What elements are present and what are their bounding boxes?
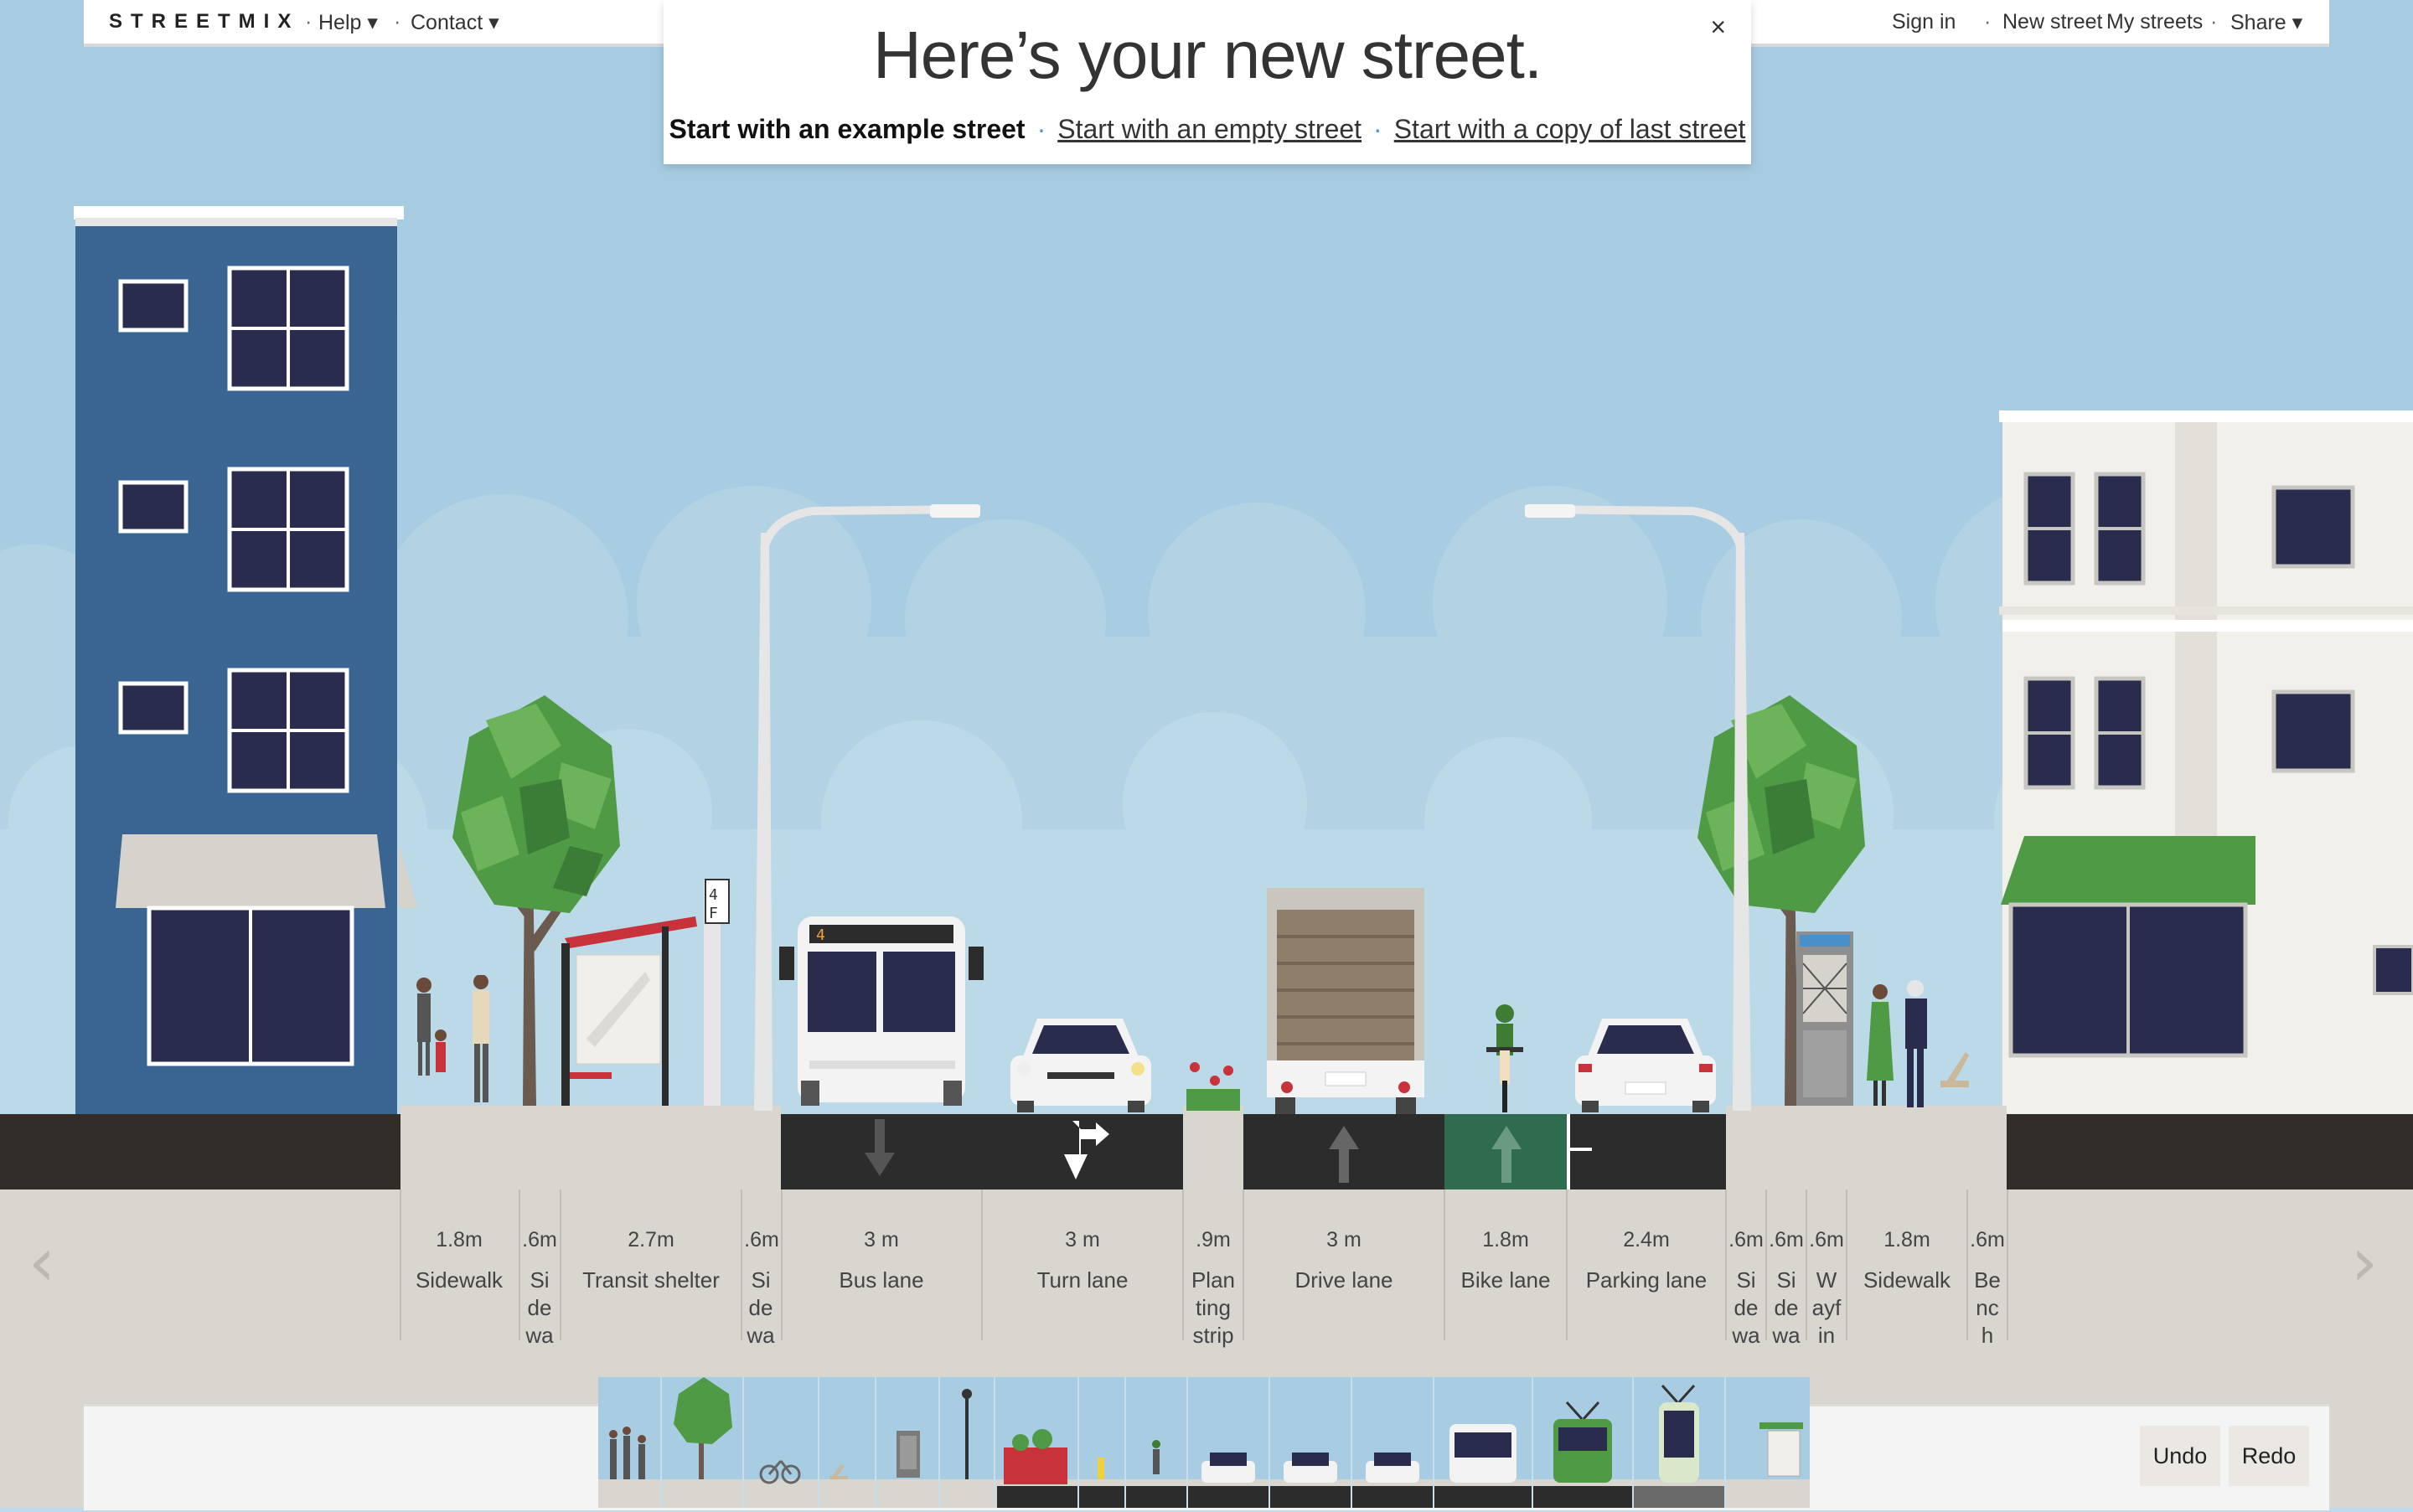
dialog-options: Start with an example street · Start with … xyxy=(664,114,1751,145)
svg-text:4: 4 xyxy=(709,886,718,904)
left-building xyxy=(74,206,417,1119)
right-building xyxy=(1999,410,2413,1117)
segment-label[interactable]: Sidewalk xyxy=(1847,1267,1966,1294)
transit-shelter: 4 F xyxy=(561,879,730,1106)
segment-label[interactable]: Si de wa xyxy=(746,1267,776,1349)
segment-label[interactable]: Turn lane xyxy=(983,1267,1182,1294)
palette-item-trash-can[interactable] xyxy=(876,1377,940,1508)
scroll-right-arrow[interactable]: › xyxy=(2351,1223,2378,1301)
segment-label[interactable]: Bike lane xyxy=(1445,1267,1566,1294)
segment-width: .6m xyxy=(1809,1228,1844,1251)
wayfinding-sign xyxy=(1796,931,1853,1106)
pedestrians-right xyxy=(1867,980,1969,1107)
left-sidewalk-surface xyxy=(400,1106,781,1189)
menu-separator: · xyxy=(394,10,401,34)
parked-car xyxy=(1575,1019,1716,1112)
right-sidewalk-surface xyxy=(1726,1106,2007,1189)
segment-width: .6m xyxy=(1970,1228,2005,1251)
redo-button[interactable]: Redo xyxy=(2229,1426,2309,1486)
segment-width: 2.7m xyxy=(628,1228,674,1251)
sign-in-link[interactable]: Sign in xyxy=(1892,10,1956,34)
empty-street-option[interactable]: Start with an empty street xyxy=(1057,114,1362,144)
segment-width: .6m xyxy=(744,1228,779,1251)
segment-label[interactable]: Drive lane xyxy=(1244,1267,1444,1294)
segment-width: .6m xyxy=(522,1228,557,1251)
pedestrians-left xyxy=(416,975,489,1102)
segment-label[interactable]: Parking lane xyxy=(1568,1267,1725,1294)
segment-width: .9m xyxy=(1196,1228,1231,1251)
straight-right-arrow-icon xyxy=(1064,1121,1109,1179)
segment-width: .6m xyxy=(1769,1228,1804,1251)
palette-item-tree[interactable] xyxy=(662,1377,744,1508)
option-separator: · xyxy=(1036,114,1046,144)
new-street-link[interactable]: New street xyxy=(2002,10,2102,34)
segment-width: 2.4m xyxy=(1623,1228,1670,1251)
palette-item-planter[interactable] xyxy=(995,1377,1079,1508)
bus-vehicle: 4 xyxy=(779,916,984,1106)
segment-label[interactable]: W ayf in xyxy=(1811,1267,1842,1349)
streetmix-logo[interactable]: STREETMIX xyxy=(109,10,299,34)
planting-flowers xyxy=(1186,1062,1240,1111)
example-street-option[interactable]: Start with an example street xyxy=(669,114,1026,144)
segment-width: 3 m xyxy=(1065,1228,1100,1251)
down-arrow-icon xyxy=(865,1119,895,1176)
menu-separator: · xyxy=(305,10,313,34)
palette-item-drive-lane[interactable] xyxy=(1270,1377,1352,1508)
my-streets-link[interactable]: My streets xyxy=(2106,10,2203,34)
palette-item-car[interactable] xyxy=(1188,1377,1270,1508)
segment-width: 3 m xyxy=(864,1228,899,1251)
share-menu[interactable]: Share ▾ xyxy=(2230,10,2302,35)
undo-button[interactable]: Undo xyxy=(2140,1426,2220,1486)
truck-vehicle xyxy=(1267,888,1424,1114)
copy-last-street-option[interactable]: Start with a copy of last street xyxy=(1394,114,1746,144)
segment-label[interactable]: Si de wa xyxy=(524,1267,555,1349)
segment-width: 1.8m xyxy=(1883,1228,1930,1251)
segment-label[interactable]: Si de wa xyxy=(1771,1267,1801,1349)
dialog-title: Here’s your new street. xyxy=(872,18,1542,92)
welcome-dialog: Here’s your new street. × Start with an … xyxy=(664,0,1751,164)
palette-item-people[interactable] xyxy=(598,1377,662,1508)
segment-label[interactable]: Plan ting strip xyxy=(1188,1267,1238,1349)
palette-item-lamp[interactable] xyxy=(940,1377,995,1508)
menu-separator: · xyxy=(2091,10,2099,34)
cyclist xyxy=(1486,1004,1523,1112)
segment-label[interactable]: Bus lane xyxy=(783,1267,980,1294)
planting-strip-surface xyxy=(1183,1106,1243,1189)
palette-item-light-rail[interactable] xyxy=(1634,1377,1726,1508)
up-arrow-icon xyxy=(1329,1126,1359,1183)
left-lot-curb xyxy=(0,1114,400,1189)
svg-text:F: F xyxy=(709,905,718,922)
bus-turn-lane-surface xyxy=(781,1114,1183,1189)
car-turn-lane xyxy=(1010,1019,1151,1112)
right-lot-curb xyxy=(2007,1114,2413,1189)
menu-separator: · xyxy=(1984,10,1992,34)
segment-label[interactable]: Transit shelter xyxy=(561,1267,741,1294)
parking-lane-surface xyxy=(1567,1114,1726,1189)
segment-width: 1.8m xyxy=(436,1228,483,1251)
scroll-left-arrow[interactable]: ‹ xyxy=(28,1223,55,1301)
palette-item-streetcar[interactable] xyxy=(1533,1377,1634,1508)
contact-menu[interactable]: Contact ▾ xyxy=(411,10,499,35)
bike-up-arrow-icon xyxy=(1491,1126,1522,1183)
bike-lane-divider xyxy=(1567,1114,1570,1189)
segment-label[interactable]: Be nc h xyxy=(1972,1267,2002,1349)
segment-label[interactable]: Sidewalk xyxy=(400,1267,518,1294)
parking-mark xyxy=(1570,1148,1592,1151)
segment-width: .6m xyxy=(1728,1228,1764,1251)
palette-item-bike-lane[interactable] xyxy=(1126,1377,1188,1508)
palette-item-hydrant[interactable] xyxy=(1079,1377,1126,1508)
palette-item-transit-shelter[interactable] xyxy=(1726,1377,1810,1508)
palette-item-bus[interactable] xyxy=(1434,1377,1533,1508)
help-menu[interactable]: Help ▾ xyxy=(318,10,378,35)
segment-width: 3 m xyxy=(1326,1228,1362,1251)
segment-width: 1.8m xyxy=(1482,1228,1529,1251)
segment-label[interactable]: Si de wa xyxy=(1731,1267,1761,1349)
bus-route-number: 4 xyxy=(816,926,825,944)
palette-item-turn-lane[interactable] xyxy=(1352,1377,1434,1508)
close-icon[interactable]: × xyxy=(1710,12,1726,43)
palette-item-bike-rack[interactable] xyxy=(744,1377,819,1508)
menu-separator: · xyxy=(2210,10,2218,34)
option-separator: · xyxy=(1373,114,1382,144)
palette-item-bench[interactable] xyxy=(819,1377,876,1508)
